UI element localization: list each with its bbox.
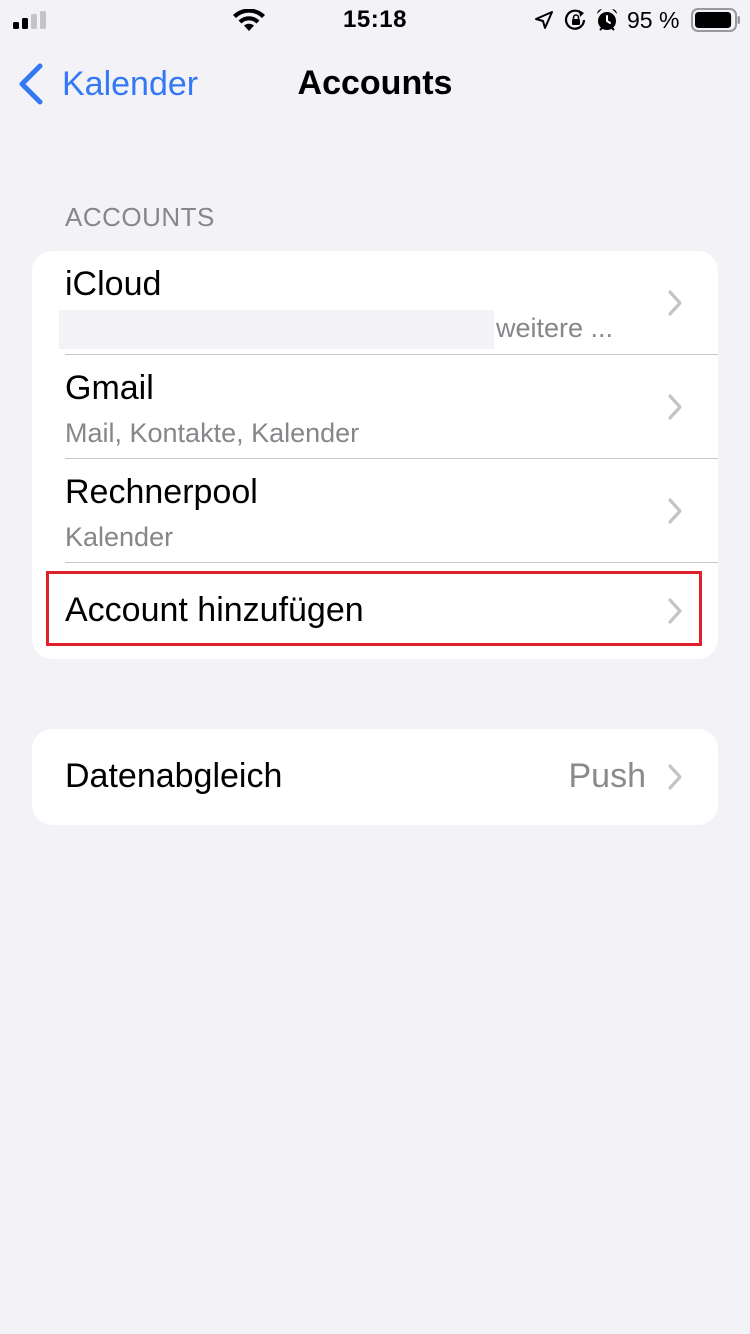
chevron-right-icon <box>668 764 682 790</box>
redacted-text <box>59 310 494 349</box>
account-title: Rechnerpool <box>65 473 258 511</box>
account-title: iCloud <box>65 265 162 303</box>
status-bar: 15:18 95 % <box>0 0 750 40</box>
chevron-right-icon <box>668 290 682 316</box>
account-row-rechnerpool[interactable]: Rechnerpool Kalender <box>32 459 718 562</box>
account-title: Gmail <box>65 369 154 407</box>
location-icon <box>535 11 553 29</box>
chevron-right-icon <box>668 498 682 524</box>
account-subtitle: Mail, Kontakte, Kalender <box>65 418 360 448</box>
fetch-label: Datenabgleich <box>65 757 283 795</box>
page-title: Accounts <box>297 64 453 102</box>
fetch-new-data-row[interactable]: Datenabgleich Push <box>32 729 718 825</box>
account-row-gmail[interactable]: Gmail Mail, Kontakte, Kalender <box>32 355 718 458</box>
account-subtitle: weitere ... <box>496 313 614 343</box>
section-header-accounts: ACCOUNTS <box>65 202 215 232</box>
account-subtitle: Kalender <box>65 522 174 552</box>
fetch-value: Push <box>568 757 647 795</box>
accounts-list: iCloud weitere ... Gmail Mail, Kontakte,… <box>32 251 718 659</box>
alarm-icon <box>597 9 617 31</box>
sync-list: Datenabgleich Push <box>32 729 718 825</box>
rotation-lock-icon <box>564 9 586 30</box>
account-row-icloud[interactable]: iCloud weitere ... <box>32 251 718 354</box>
battery-icon <box>691 8 740 32</box>
chevron-right-icon <box>668 394 682 420</box>
navigation-bar: Kalender Accounts <box>0 50 750 120</box>
battery-percent: 95 % <box>627 7 680 33</box>
highlight-box <box>46 571 702 646</box>
